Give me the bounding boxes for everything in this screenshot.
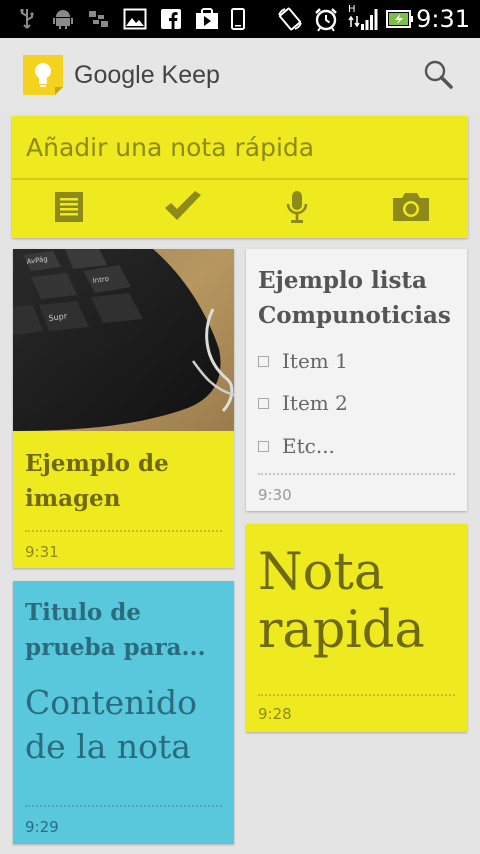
divider — [25, 530, 222, 532]
note-title: Titulo de prueba para... — [25, 599, 206, 661]
text-note-icon — [54, 191, 84, 227]
phone-icon — [230, 7, 246, 31]
quick-note-bar — [12, 116, 468, 238]
sync-icon — [88, 7, 110, 31]
list-item-text: Item 1 — [282, 349, 348, 373]
note-body: Contenido de la nota — [25, 683, 197, 766]
microphone-icon — [285, 190, 309, 228]
note-card-text[interactable]: Titulo de prueba para... Contenido de la… — [13, 581, 234, 844]
note-card-list[interactable]: Ejemplo lista Compunoticias Item 1 Item … — [246, 249, 467, 511]
alarm-icon — [312, 7, 340, 32]
keep-logo-icon[interactable] — [22, 54, 64, 96]
clock: 9:31 — [416, 5, 470, 33]
divider — [12, 178, 468, 180]
list-item-text: Etc... — [282, 434, 335, 458]
list-item[interactable]: Etc... — [258, 432, 335, 460]
divider — [258, 694, 455, 696]
note-timestamp: 9:30 — [258, 486, 292, 504]
signal-icon: H — [347, 4, 381, 31]
search-icon[interactable] — [422, 58, 454, 90]
quick-note-input[interactable] — [12, 116, 468, 178]
list-item-text: Item 2 — [282, 391, 348, 415]
image-icon — [122, 7, 148, 31]
voice-note-button[interactable] — [240, 182, 354, 236]
checkbox[interactable] — [258, 355, 269, 367]
play-store-icon — [194, 7, 220, 31]
android-icon — [52, 7, 74, 31]
divider — [25, 805, 222, 807]
checkbox[interactable] — [258, 397, 269, 409]
facebook-icon — [160, 7, 182, 31]
note-title: Ejemplo de imagen — [25, 450, 169, 512]
list-item[interactable]: Item 2 — [258, 389, 348, 417]
rotate-icon — [276, 7, 304, 31]
note-timestamp: 9:31 — [25, 543, 59, 561]
camera-icon — [392, 192, 430, 226]
text-note-button[interactable] — [12, 182, 126, 236]
photo-note-button[interactable] — [354, 182, 468, 236]
action-bar: Google Keep — [0, 38, 480, 112]
note-title: Ejemplo lista Compunoticias — [258, 267, 451, 329]
note-body: Nota rapida — [258, 543, 425, 660]
checklist-button[interactable] — [126, 182, 240, 236]
usb-icon — [16, 7, 38, 31]
keyboard-photo: AvPág Intro Supr — [13, 249, 234, 431]
note-card-text[interactable]: Nota rapida 9:28 — [246, 524, 467, 732]
note-timestamp: 9:28 — [258, 705, 292, 723]
status-bar: H 9:31 — [0, 0, 480, 38]
divider — [258, 473, 455, 475]
note-card-image[interactable]: AvPág Intro Supr Ejemplo de imagen 9:31 — [13, 249, 234, 568]
list-item[interactable]: Item 1 — [258, 347, 348, 375]
battery-icon — [386, 7, 414, 31]
checkbox[interactable] — [258, 440, 269, 452]
checkmark-icon — [163, 191, 203, 227]
note-timestamp: 9:29 — [25, 818, 59, 836]
app-title: Google Keep — [74, 61, 220, 89]
